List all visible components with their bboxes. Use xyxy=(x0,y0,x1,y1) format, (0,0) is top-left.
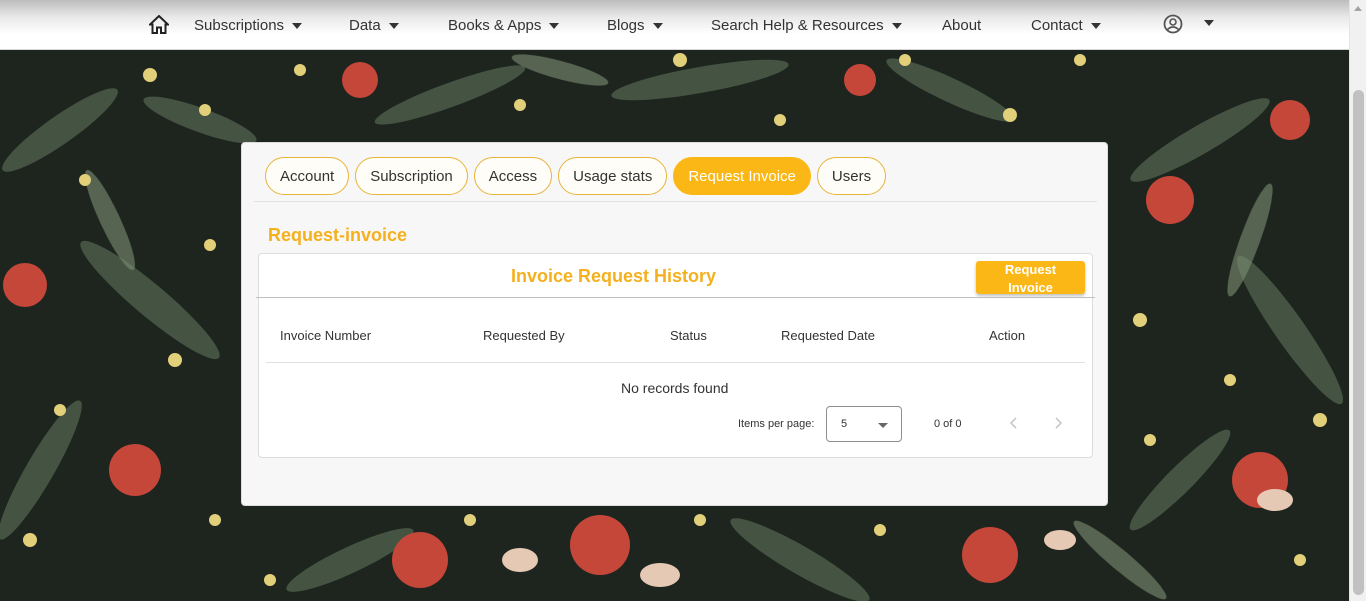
chevron-down-icon xyxy=(388,23,399,29)
column-header-requested-by[interactable]: Requested By xyxy=(483,328,565,343)
nav-about[interactable]: About xyxy=(942,0,981,50)
tab-request-invoice[interactable]: Request Invoice xyxy=(673,157,811,195)
page-size-select[interactable]: 5 xyxy=(826,406,902,442)
table-header-divider xyxy=(266,362,1085,363)
invoice-history-title: Invoice Request History xyxy=(511,266,717,286)
nav-search-help-label: Search Help & Resources xyxy=(711,16,884,34)
nav-books-apps[interactable]: Books & Apps xyxy=(448,0,560,50)
next-page-icon[interactable] xyxy=(1051,416,1065,430)
invoice-history-panel: Invoice Request History Request Invoice … xyxy=(256,253,1095,458)
nav-data[interactable]: Data xyxy=(349,0,399,50)
user-circle-icon[interactable] xyxy=(1163,14,1183,34)
account-tabs: Account Subscription Access Usage stats … xyxy=(265,157,887,195)
nav-books-apps-label: Books & Apps xyxy=(448,16,542,34)
nav-blogs-label: Blogs xyxy=(607,16,645,34)
nav-contact[interactable]: Contact xyxy=(1031,0,1101,50)
empty-table-message: No records found xyxy=(621,380,729,396)
tab-divider xyxy=(254,201,1097,202)
chevron-down-icon xyxy=(292,23,303,29)
home-icon[interactable] xyxy=(149,15,169,34)
pagination-range: 0 of 0 xyxy=(934,418,962,430)
top-navbar: Subscriptions Data Books & Apps Blogs Se… xyxy=(0,0,1349,50)
nav-subscriptions[interactable]: Subscriptions xyxy=(194,0,303,50)
chevron-down-icon xyxy=(1090,23,1101,29)
column-header-requested-date[interactable]: Requested Date xyxy=(781,328,875,343)
nav-data-label: Data xyxy=(349,16,381,34)
header-divider xyxy=(256,297,1095,298)
chevron-down-icon xyxy=(891,23,902,29)
page-scrollbar[interactable] xyxy=(1349,0,1366,601)
scrollbar-thumb[interactable] xyxy=(1353,90,1364,595)
request-invoice-button-line2: Invoice xyxy=(1008,280,1053,295)
tab-usage-stats[interactable]: Usage stats xyxy=(558,157,668,195)
items-per-page-label: Items per page: xyxy=(738,418,815,430)
column-header-status[interactable]: Status xyxy=(670,328,707,343)
nav-subscriptions-label: Subscriptions xyxy=(194,16,285,34)
dropdown-arrow-icon xyxy=(878,423,888,428)
request-invoice-button-line1: Request xyxy=(1004,262,1057,277)
tab-subscription[interactable]: Subscription xyxy=(355,157,468,195)
previous-page-icon[interactable] xyxy=(1007,416,1021,430)
scroll-up-arrow[interactable] xyxy=(1350,0,1366,17)
account-card: Account Subscription Access Usage stats … xyxy=(241,142,1108,506)
tab-access[interactable]: Access xyxy=(473,157,553,195)
nav-about-label: About xyxy=(942,16,982,34)
chevron-down-icon xyxy=(549,23,560,29)
tab-account[interactable]: Account xyxy=(265,157,350,195)
tab-users[interactable]: Users xyxy=(816,157,887,195)
nav-blogs[interactable]: Blogs xyxy=(607,0,663,50)
user-menu-chevron-icon[interactable] xyxy=(1204,20,1214,26)
column-header-invoice-number[interactable]: Invoice Number xyxy=(280,328,371,343)
column-header-action: Action xyxy=(989,328,1026,343)
nav-contact-label: Contact xyxy=(1031,16,1083,34)
chevron-down-icon xyxy=(652,23,663,29)
section-title: Request-invoice xyxy=(268,225,408,245)
page-size-value: 5 xyxy=(841,418,848,430)
nav-search-help[interactable]: Search Help & Resources xyxy=(711,0,902,50)
request-invoice-button[interactable]: Request Invoice xyxy=(976,261,1085,295)
